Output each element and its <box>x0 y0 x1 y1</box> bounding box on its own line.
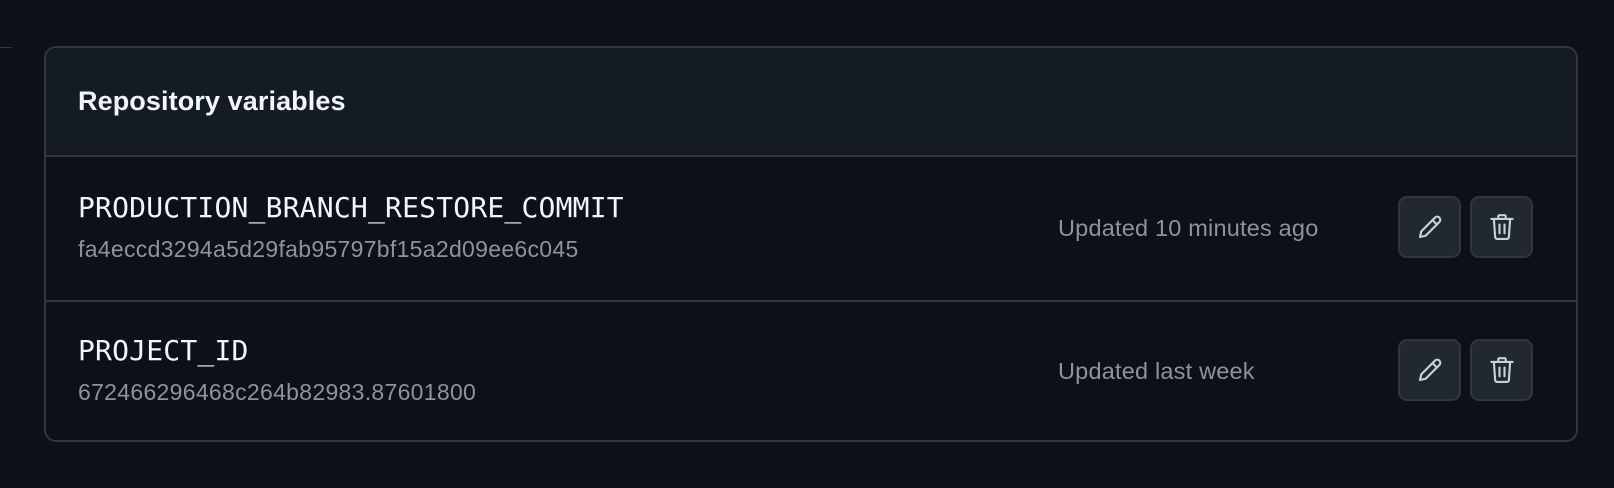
pencil-icon <box>1415 212 1445 242</box>
delete-variable-button[interactable] <box>1470 339 1533 401</box>
variable-name: PRODUCTION_BRANCH_RESTORE_COMMIT <box>78 191 624 224</box>
variable-updated-time: Updated 10 minutes ago <box>1058 215 1319 241</box>
variable-updated-time: Updated last week <box>1058 358 1255 384</box>
variable-name: PROJECT_ID <box>78 334 249 367</box>
delete-variable-button[interactable] <box>1470 196 1533 258</box>
variable-row: PROJECT_ID 672466296468c264b82983.876018… <box>46 300 1576 440</box>
edit-variable-button[interactable] <box>1398 339 1461 401</box>
repository-variables-panel: Repository variables PRODUCTION_BRANCH_R… <box>44 46 1578 442</box>
edit-variable-button[interactable] <box>1398 196 1461 258</box>
pencil-icon <box>1415 355 1445 385</box>
variable-row: PRODUCTION_BRANCH_RESTORE_COMMIT fa4eccd… <box>46 157 1576 300</box>
left-edge-divider <box>0 47 12 48</box>
trash-icon <box>1487 212 1517 242</box>
variable-value: fa4eccd3294a5d29fab95797bf15a2d09ee6c045 <box>78 236 579 262</box>
trash-icon <box>1487 355 1517 385</box>
panel-header: Repository variables <box>46 48 1576 157</box>
variable-value: 672466296468c264b82983.87601800 <box>78 379 477 405</box>
panel-title: Repository variables <box>78 86 346 116</box>
